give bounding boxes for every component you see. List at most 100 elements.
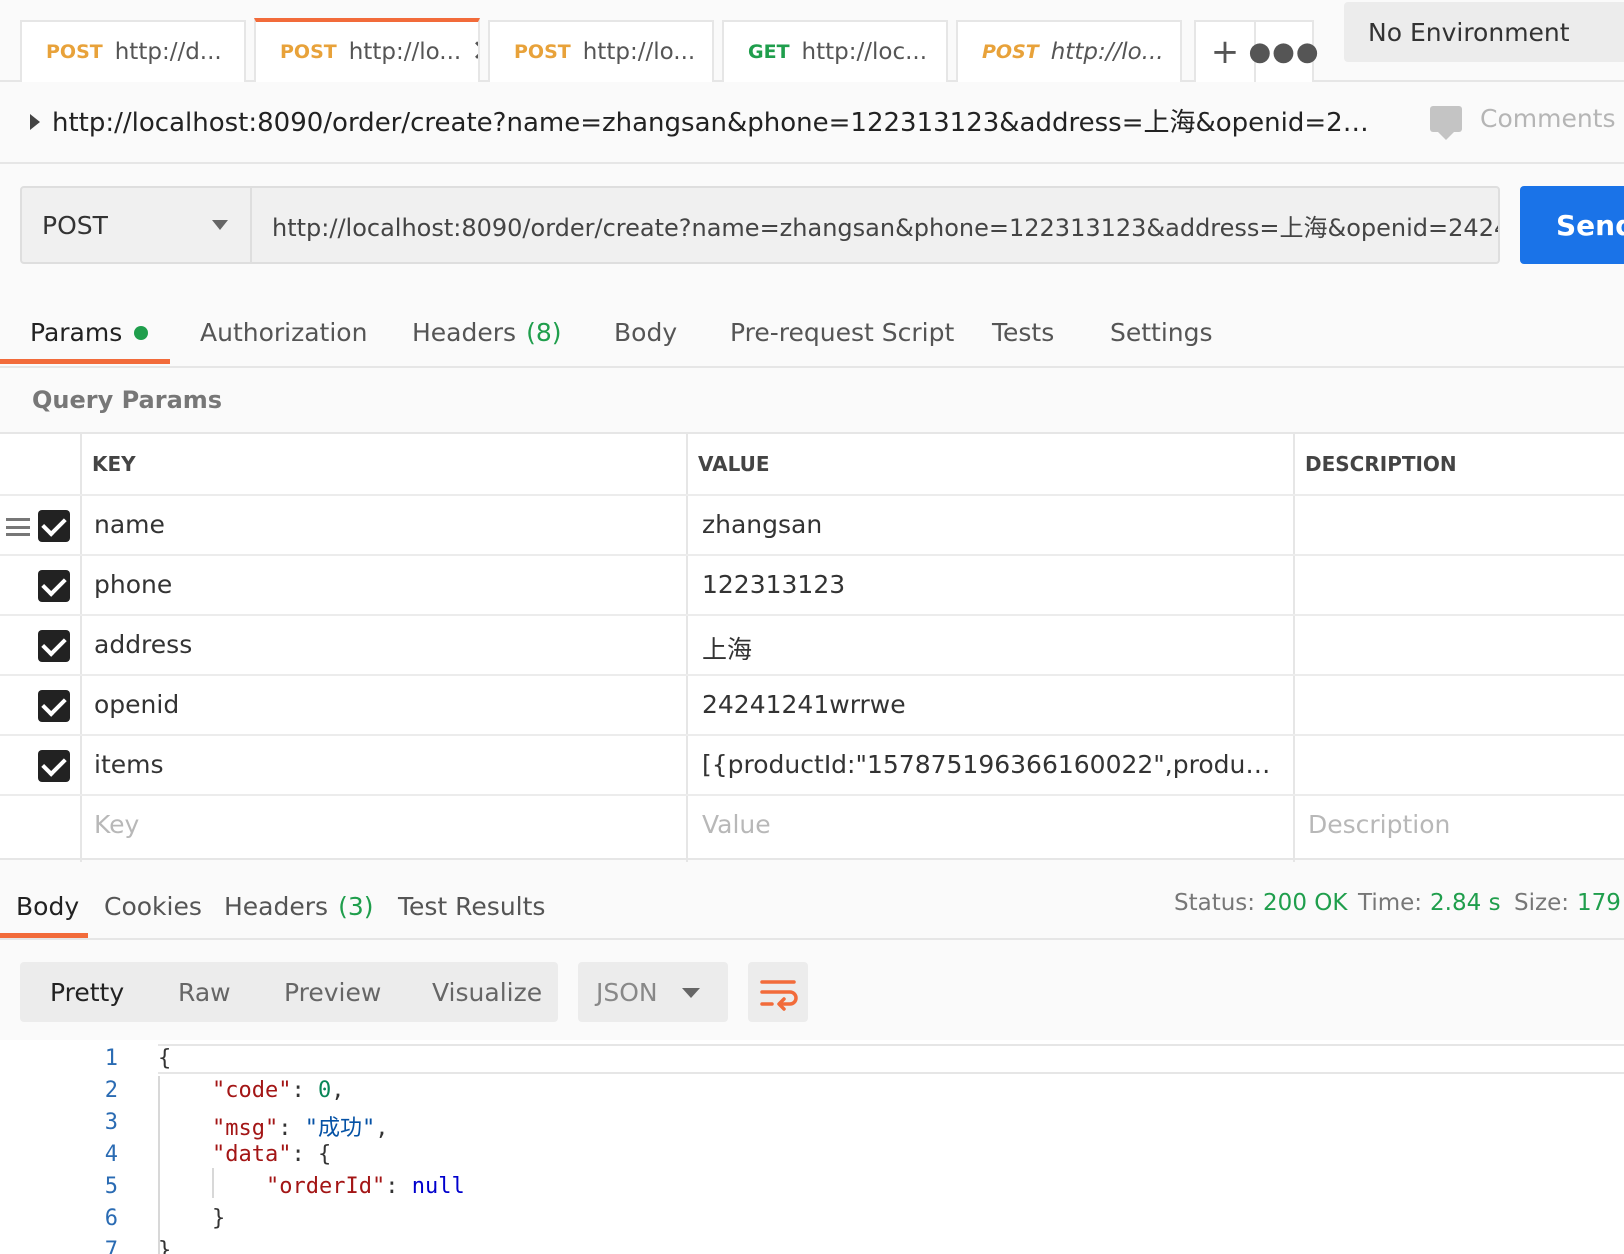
environment-label: No Environment [1368,17,1570,47]
environment-select[interactable]: No Environment [1344,2,1624,62]
comments-button[interactable]: Comments [1430,104,1616,140]
tab-tests[interactable]: Tests [992,318,1054,347]
param-value[interactable]: 上海 [702,630,1282,666]
time-label: Time: [1358,890,1423,916]
tab-body-label: Body [614,318,678,347]
json-key: "data" [212,1142,292,1167]
tab-url: http://lo... [582,39,696,65]
request-tab-2[interactable]: POST http://lo... ✕ [254,18,480,82]
row-divider [0,494,1624,496]
tab-headers[interactable]: Headers (8) [412,318,561,347]
request-tab-1[interactable]: POST http://d... [20,20,246,82]
column-header-value: VALUE [698,452,770,476]
response-tab-headers-label: Headers [224,892,329,921]
param-key[interactable]: phone [94,570,674,599]
param-checkbox[interactable] [38,510,70,542]
tab-body[interactable]: Body [614,318,677,347]
size-label: Size: [1514,890,1569,916]
view-raw[interactable]: Raw [178,962,231,1022]
response-tabs: Body Cookies Headers (3) Test Results St… [0,872,1624,940]
tab-authorization[interactable]: Authorization [200,318,367,347]
current-line-highlight [158,1044,1624,1074]
method-label: POST [42,210,108,240]
json-key: "code" [212,1078,292,1103]
format-select[interactable]: JSON [578,962,728,1022]
active-tab-underline [0,933,88,938]
param-key[interactable]: address [94,630,674,659]
response-body-editor[interactable]: 1 2 3 4 5 6 7 { "code": 0, "msg": "成功", … [0,1040,1624,1254]
request-title-bar: http://localhost:8090/order/create?name=… [0,84,1624,164]
tab-url: http://lo... [348,39,462,65]
row-divider [0,554,1624,556]
response-tab-body[interactable]: Body [16,892,79,921]
response-tab-cookies[interactable]: Cookies [104,892,202,921]
param-key[interactable]: name [94,510,674,539]
expand-caret-icon[interactable] [30,114,40,130]
response-tab-test-results-label: Test Results [398,892,546,921]
param-checkbox[interactable] [38,630,70,662]
json-brace: } [158,1238,172,1254]
request-tab-3[interactable]: POST http://lo... [488,20,714,82]
line-number: 5 [104,1174,118,1199]
param-value[interactable]: [{productId:"157875196366160022",product… [702,750,1282,779]
drag-handle-icon[interactable] [6,518,30,536]
view-visualize[interactable]: Visualize [432,962,542,1022]
new-tab-button[interactable]: + [1194,20,1256,82]
tab-url: http://d... [114,39,222,65]
request-tab-5[interactable]: POST http://lo... [956,20,1182,82]
param-value[interactable]: 24241241wrrwe [702,690,1282,719]
tab-authorization-label: Authorization [200,318,368,347]
json-brace: { [158,1046,172,1071]
param-value[interactable]: 122313123 [702,570,1282,599]
tab-pre-request-script[interactable]: Pre-request Script [730,318,954,347]
code-line: } [212,1206,225,1231]
query-params-heading: Query Params [32,386,223,414]
format-label: JSON [596,977,658,1007]
param-checkbox[interactable] [38,570,70,602]
json-key: "orderId" [266,1174,386,1199]
json-string: "成功" [304,1116,376,1141]
json-null: null [411,1174,465,1199]
view-pretty[interactable]: Pretty [50,962,124,1022]
line-number: 2 [104,1078,118,1103]
tab-settings[interactable]: Settings [1110,318,1213,347]
close-tab-icon[interactable]: ✕ [471,37,478,67]
view-mode-toggle: Pretty Raw Preview Visualize [20,962,558,1022]
response-tab-test-results[interactable]: Test Results [398,892,545,921]
wrap-lines-button[interactable] [748,962,808,1022]
tab-params[interactable]: Params [30,318,149,347]
wrap-lines-icon [760,980,798,1011]
request-name[interactable]: http://localhost:8090/order/create?name=… [52,102,1372,139]
response-status: Status: 200 OK [1174,890,1347,916]
param-value[interactable]: zhangsan [702,510,1282,539]
row-divider [0,614,1624,616]
response-tab-headers[interactable]: Headers (3) [224,892,373,921]
response-tab-cookies-label: Cookies [104,892,202,921]
tab-method: POST [280,41,337,63]
line-number: 3 [104,1110,118,1135]
param-key[interactable]: items [94,750,674,779]
new-param-value-field[interactable]: Value [702,810,771,839]
param-checkbox[interactable] [38,690,70,722]
tab-pre-request-label: Pre-request Script [730,318,955,347]
column-header-description: DESCRIPTION [1305,452,1457,476]
param-checkbox[interactable] [38,750,70,782]
tab-settings-label: Settings [1110,318,1213,347]
more-tabs-button[interactable]: ●●● [1248,20,1319,82]
new-param-description-field[interactable]: Description [1308,810,1450,839]
json-brace: } [212,1206,226,1231]
request-tab-4[interactable]: GET http://loc... [722,20,948,82]
status-value: 200 OK [1263,890,1348,916]
new-param-key-field[interactable]: Key [94,810,139,839]
indent-guide [158,1076,160,1254]
column-divider [686,434,688,862]
send-button[interactable]: Send [1520,186,1624,264]
param-key[interactable]: openid [94,690,674,719]
row-divider [0,794,1624,796]
method-select[interactable]: POST [22,188,252,262]
response-time: Time: 2.84 s [1358,890,1501,916]
view-preview[interactable]: Preview [284,962,381,1022]
ellipsis-icon: ●●● [1248,37,1320,67]
url-input[interactable]: http://localhost:8090/order/create?name=… [254,188,1498,262]
row-divider [0,674,1624,676]
